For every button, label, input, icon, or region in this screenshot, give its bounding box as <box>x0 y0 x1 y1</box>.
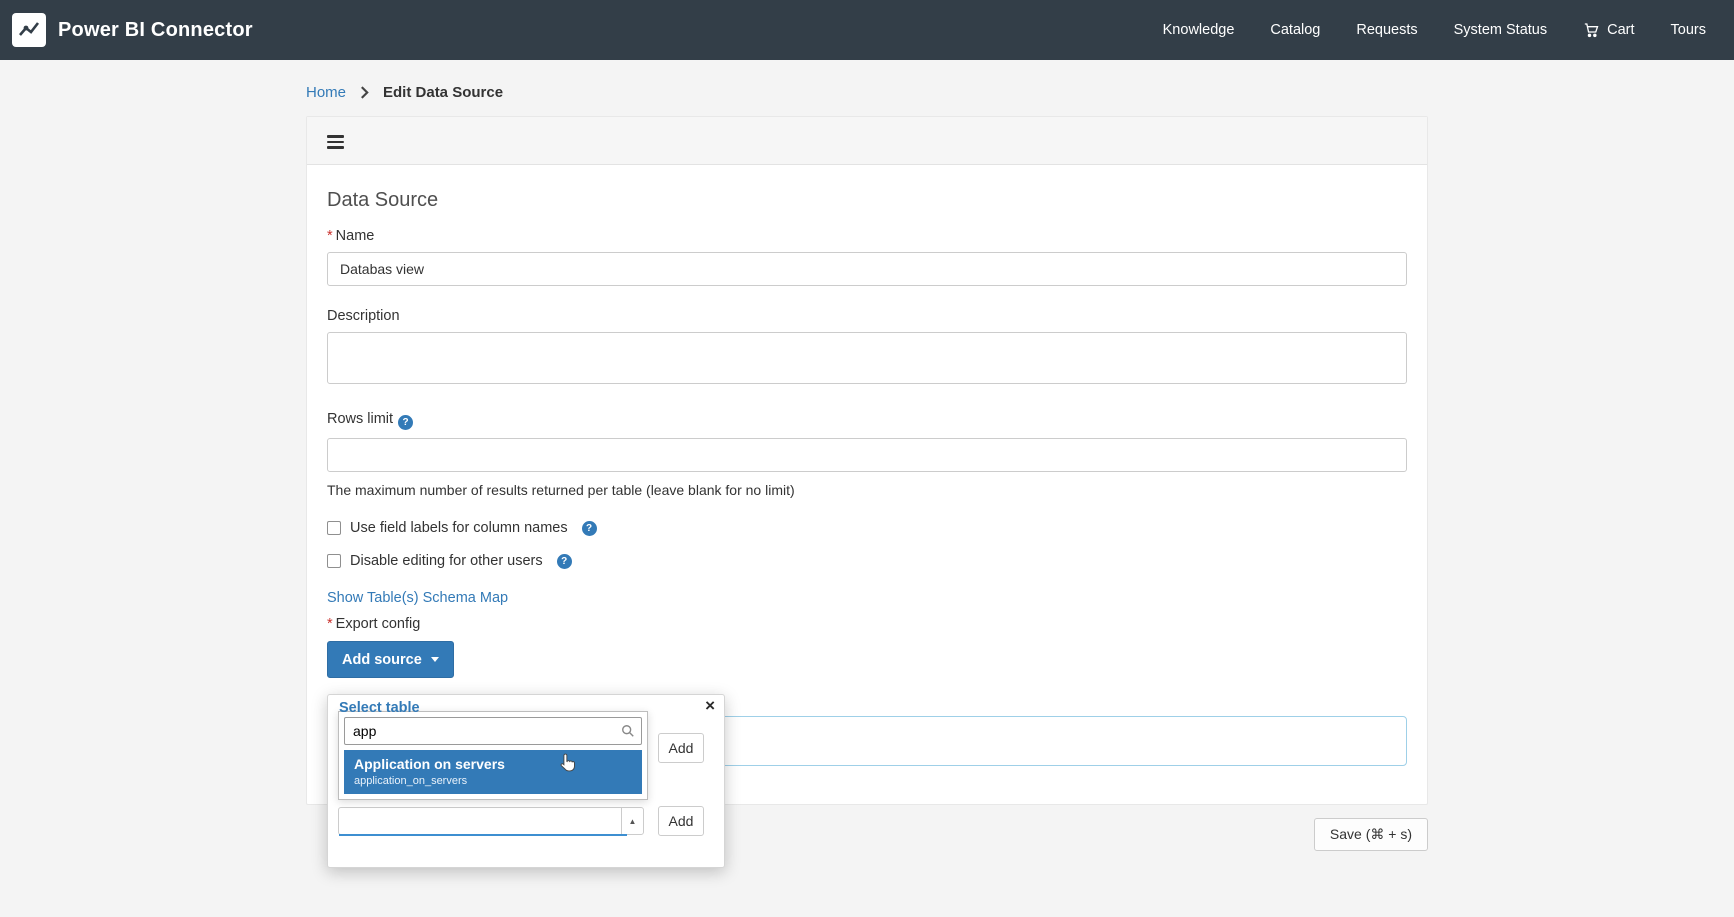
required-marker: * <box>327 616 333 632</box>
name-input[interactable] <box>327 252 1407 286</box>
name-field: *Name <box>327 228 1407 286</box>
chevron-right-icon <box>360 86 369 99</box>
select-table-label: Select table <box>339 700 420 716</box>
checkbox-disable-editing-label: Disable editing for other users <box>350 553 543 569</box>
checkbox-use-field-labels[interactable]: Use field labels for column names ? <box>327 520 1407 536</box>
result-subtitle: application_on_servers <box>354 775 632 787</box>
name-label: *Name <box>327 228 1407 244</box>
nav-cart[interactable]: Cart <box>1583 22 1634 38</box>
chevron-down-icon <box>431 657 439 662</box>
table-search-input[interactable] <box>344 717 642 745</box>
nav-requests[interactable]: Requests <box>1356 22 1417 38</box>
rows-limit-input[interactable] <box>327 438 1407 472</box>
description-field: Description <box>327 308 1407 389</box>
add-second-table-button[interactable]: Add <box>658 806 704 836</box>
rows-limit-help-text: The maximum number of results returned p… <box>327 482 1407 498</box>
table-select-dropdown: Application on servers application_on_se… <box>338 711 648 800</box>
nav-system-status[interactable]: System Status <box>1454 22 1547 38</box>
checkbox-icon[interactable] <box>327 521 341 535</box>
panel-header <box>307 117 1427 165</box>
question-icon[interactable]: ? <box>557 554 572 569</box>
checkbox-disable-editing[interactable]: Disable editing for other users ? <box>327 553 1407 569</box>
table-search <box>344 717 642 745</box>
result-title: Application on servers <box>354 756 632 772</box>
second-table-select[interactable]: ▲ <box>338 807 644 835</box>
add-source-button-label: Add source <box>342 652 422 668</box>
form-title: Data Source <box>327 189 1407 212</box>
select-table-popover: × Select table <box>327 694 725 868</box>
nav-items: Knowledge Catalog Requests System Status… <box>1163 22 1706 38</box>
breadcrumb-current: Edit Data Source <box>383 84 503 101</box>
brand[interactable]: Power BI Connector <box>12 13 253 47</box>
breadcrumb: Home Edit Data Source <box>306 84 1428 101</box>
nav-cart-label: Cart <box>1607 22 1634 38</box>
add-source-button[interactable]: Add source <box>327 641 454 678</box>
checkbox-icon[interactable] <box>327 554 341 568</box>
mouse-cursor-hand-icon <box>560 753 575 777</box>
description-label: Description <box>327 308 1407 324</box>
cart-icon <box>1583 22 1600 38</box>
nav-catalog[interactable]: Catalog <box>1270 22 1320 38</box>
nav-tours[interactable]: Tours <box>1671 22 1706 38</box>
add-table-button[interactable]: Add <box>658 733 704 763</box>
save-button[interactable]: Save (⌘ + s) <box>1314 818 1428 851</box>
table-result-application-on-servers[interactable]: Application on servers application_on_se… <box>344 750 642 794</box>
description-textarea[interactable] <box>327 332 1407 384</box>
nav-knowledge[interactable]: Knowledge <box>1163 22 1235 38</box>
search-icon <box>621 724 635 743</box>
close-icon[interactable]: × <box>705 696 715 716</box>
rows-limit-label: Rows limit? <box>327 411 1407 430</box>
question-icon[interactable]: ? <box>582 521 597 536</box>
show-schema-map-link[interactable]: Show Table(s) Schema Map <box>327 590 508 606</box>
question-icon[interactable]: ? <box>398 415 413 430</box>
edit-data-source-panel: Data Source *Name Description Rows limit… <box>306 116 1428 805</box>
menu-icon[interactable] <box>327 132 344 152</box>
brand-title: Power BI Connector <box>58 19 253 42</box>
app-logo-icon <box>12 13 46 47</box>
rows-limit-field: Rows limit? The maximum number of result… <box>327 411 1407 498</box>
export-config-area: × Select table <box>327 686 1407 804</box>
chevron-up-icon[interactable]: ▲ <box>621 808 643 834</box>
required-marker: * <box>327 228 333 244</box>
export-config-label: *Export config <box>327 616 1407 632</box>
checkbox-use-field-labels-label: Use field labels for column names <box>350 520 568 536</box>
data-source-form: Data Source *Name Description Rows limit… <box>307 165 1427 804</box>
breadcrumb-home-link[interactable]: Home <box>306 84 346 101</box>
top-navbar: Power BI Connector Knowledge Catalog Req… <box>0 0 1734 60</box>
